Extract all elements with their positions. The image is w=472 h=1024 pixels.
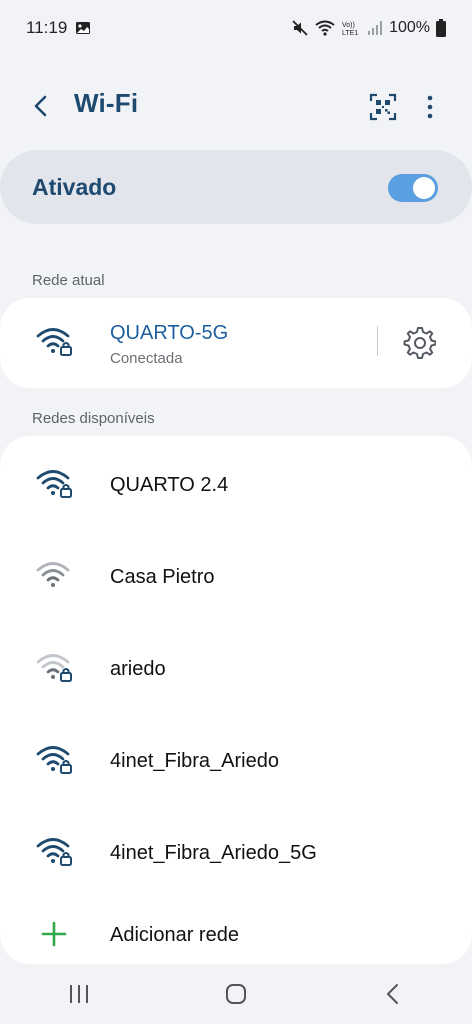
add-network-row[interactable]: Adicionar rede <box>0 898 472 964</box>
recents-icon <box>69 985 88 1003</box>
home-icon <box>225 984 246 1004</box>
wifi-status-icon <box>315 20 335 36</box>
network-row[interactable]: Casa Pietro <box>0 530 472 622</box>
clock: 11:19 <box>26 18 68 37</box>
back-button[interactable] <box>28 92 56 120</box>
back-nav-button[interactable] <box>363 974 423 1014</box>
wifi-secured-icon <box>36 746 72 774</box>
network-row[interactable]: ariedo <box>0 622 472 714</box>
volte-icon: Vo)) LTE1 <box>342 22 358 37</box>
navigation-bar <box>0 964 472 1024</box>
network-name: Casa Pietro <box>110 566 215 588</box>
network-name: QUARTO 2.4 <box>110 474 229 496</box>
app-header: Wi-Fi <box>0 76 472 136</box>
current-network-name: QUARTO-5G <box>110 322 229 344</box>
status-bar: 11:19 Vo)) LTE1 100% <box>0 0 472 56</box>
signal-icon <box>368 21 383 35</box>
available-networks-section-label: Redes disponíveis <box>32 410 155 427</box>
current-network-section-label: Rede atual <box>32 272 105 289</box>
more-vertical-icon[interactable] <box>418 92 442 122</box>
switch-knob <box>413 177 435 199</box>
qr-scan-icon[interactable] <box>368 92 398 122</box>
network-row[interactable]: QUARTO 2.4 <box>0 438 472 530</box>
divider <box>377 326 378 356</box>
wifi-weak-icon <box>36 562 70 587</box>
status-right: Vo)) LTE1 100% <box>291 19 446 37</box>
network-row[interactable]: 4inet_Fibra_Ariedo <box>0 714 472 806</box>
network-name: 4inet_Fibra_Ariedo <box>110 750 279 772</box>
current-network-status: Conectada <box>110 350 183 367</box>
battery-percent: 100% <box>389 19 430 36</box>
available-networks-card: QUARTO 2.4 Casa Pietro ariedo 4inet_Fibr… <box>0 436 472 964</box>
add-network-label: Adicionar rede <box>110 924 239 946</box>
battery-icon <box>436 19 446 37</box>
wifi-secured-icon <box>36 470 72 498</box>
network-name: 4inet_Fibra_Ariedo_5G <box>110 842 317 864</box>
current-network-card: QUARTO-5G Conectada <box>0 298 472 388</box>
current-network-row[interactable]: QUARTO-5G Conectada <box>0 298 472 388</box>
svg-text:Vo)): Vo)) <box>342 22 355 29</box>
recents-button[interactable] <box>49 974 109 1014</box>
back-icon <box>387 984 399 1004</box>
page-title: Wi-Fi <box>74 88 139 118</box>
mute-icon <box>292 20 308 36</box>
image-icon <box>76 22 91 34</box>
wifi-toggle-label: Ativado <box>32 174 117 200</box>
wifi-secured-icon <box>36 838 72 866</box>
wifi-switch[interactable] <box>388 174 438 202</box>
network-name: ariedo <box>110 658 166 680</box>
wifi-toggle-card[interactable]: Ativado <box>0 150 472 224</box>
wifi-secured-weak-icon <box>36 654 72 682</box>
network-row[interactable]: 4inet_Fibra_Ariedo_5G <box>0 806 472 898</box>
plus-icon <box>41 921 67 947</box>
svg-text:LTE1: LTE1 <box>342 30 358 37</box>
gear-icon[interactable] <box>402 325 436 359</box>
home-button[interactable] <box>206 974 266 1014</box>
wifi-secured-icon <box>36 328 72 356</box>
status-left: 11:19 <box>26 18 91 38</box>
